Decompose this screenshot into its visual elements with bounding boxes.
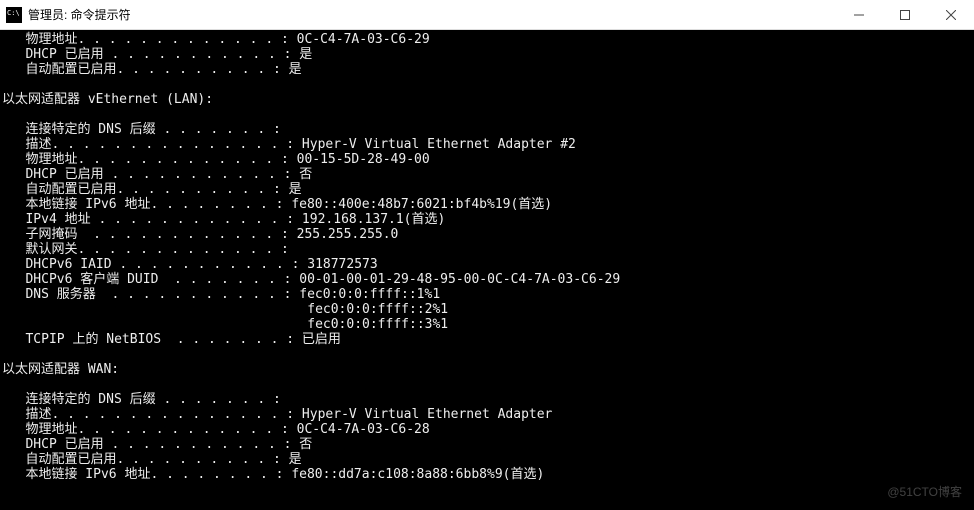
terminal-line: 默认网关. . . . . . . . . . . . . :	[2, 242, 974, 257]
cmd-icon	[6, 7, 22, 23]
terminal-line	[2, 107, 974, 122]
maximize-button[interactable]	[882, 0, 928, 29]
close-button[interactable]	[928, 0, 974, 29]
terminal-line: 自动配置已启用. . . . . . . . . . : 是	[2, 182, 974, 197]
terminal-line: 物理地址. . . . . . . . . . . . . : 00-15-5D…	[2, 152, 974, 167]
terminal-line: DNS 服务器 . . . . . . . . . . . : fec0:0:0…	[2, 287, 974, 302]
watermark-text: @51CTO博客	[887, 483, 962, 500]
terminal-line: DHCP 已启用 . . . . . . . . . . . : 是	[2, 47, 974, 62]
terminal-output[interactable]: 物理地址. . . . . . . . . . . . . : 0C-C4-7A…	[0, 30, 974, 482]
terminal-line: 描述. . . . . . . . . . . . . . . : Hyper-…	[2, 137, 974, 152]
maximize-icon	[900, 10, 910, 20]
close-icon	[946, 10, 956, 20]
terminal-line: 以太网适配器 vEthernet (LAN):	[2, 92, 974, 107]
terminal-line: IPv4 地址 . . . . . . . . . . . . : 192.16…	[2, 212, 974, 227]
terminal-line	[2, 377, 974, 392]
terminal-line: 连接特定的 DNS 后缀 . . . . . . . :	[2, 122, 974, 137]
terminal-line: 以太网适配器 WAN:	[2, 362, 974, 377]
terminal-line: 自动配置已启用. . . . . . . . . . : 是	[2, 62, 974, 77]
terminal-line: TCPIP 上的 NetBIOS . . . . . . . : 已启用	[2, 332, 974, 347]
terminal-line: DHCP 已启用 . . . . . . . . . . . : 否	[2, 167, 974, 182]
window-controls	[836, 0, 974, 29]
terminal-line	[2, 77, 974, 92]
terminal-line: 自动配置已启用. . . . . . . . . . : 是	[2, 452, 974, 467]
window-title: 管理员: 命令提示符	[28, 6, 131, 23]
terminal-line: DHCPv6 客户端 DUID . . . . . . . : 00-01-00…	[2, 272, 974, 287]
terminal-line: 本地链接 IPv6 地址. . . . . . . . : fe80::400e…	[2, 197, 974, 212]
terminal-line: 物理地址. . . . . . . . . . . . . : 0C-C4-7A…	[2, 422, 974, 437]
terminal-line: 物理地址. . . . . . . . . . . . . : 0C-C4-7A…	[2, 32, 974, 47]
terminal-line: 本地链接 IPv6 地址. . . . . . . . : fe80::dd7a…	[2, 467, 974, 482]
terminal-line: DHCPv6 IAID . . . . . . . . . . . : 3187…	[2, 257, 974, 272]
terminal-line: DHCP 已启用 . . . . . . . . . . . : 否	[2, 437, 974, 452]
terminal-line: 子网掩码 . . . . . . . . . . . . : 255.255.2…	[2, 227, 974, 242]
minimize-icon	[854, 10, 864, 20]
window-titlebar: 管理员: 命令提示符	[0, 0, 974, 30]
terminal-line: 连接特定的 DNS 后缀 . . . . . . . :	[2, 392, 974, 407]
terminal-line: 描述. . . . . . . . . . . . . . . : Hyper-…	[2, 407, 974, 422]
terminal-line: fec0:0:0:ffff::3%1	[2, 317, 974, 332]
terminal-line	[2, 347, 974, 362]
minimize-button[interactable]	[836, 0, 882, 29]
terminal-line: fec0:0:0:ffff::2%1	[2, 302, 974, 317]
titlebar-left: 管理员: 命令提示符	[6, 6, 131, 23]
